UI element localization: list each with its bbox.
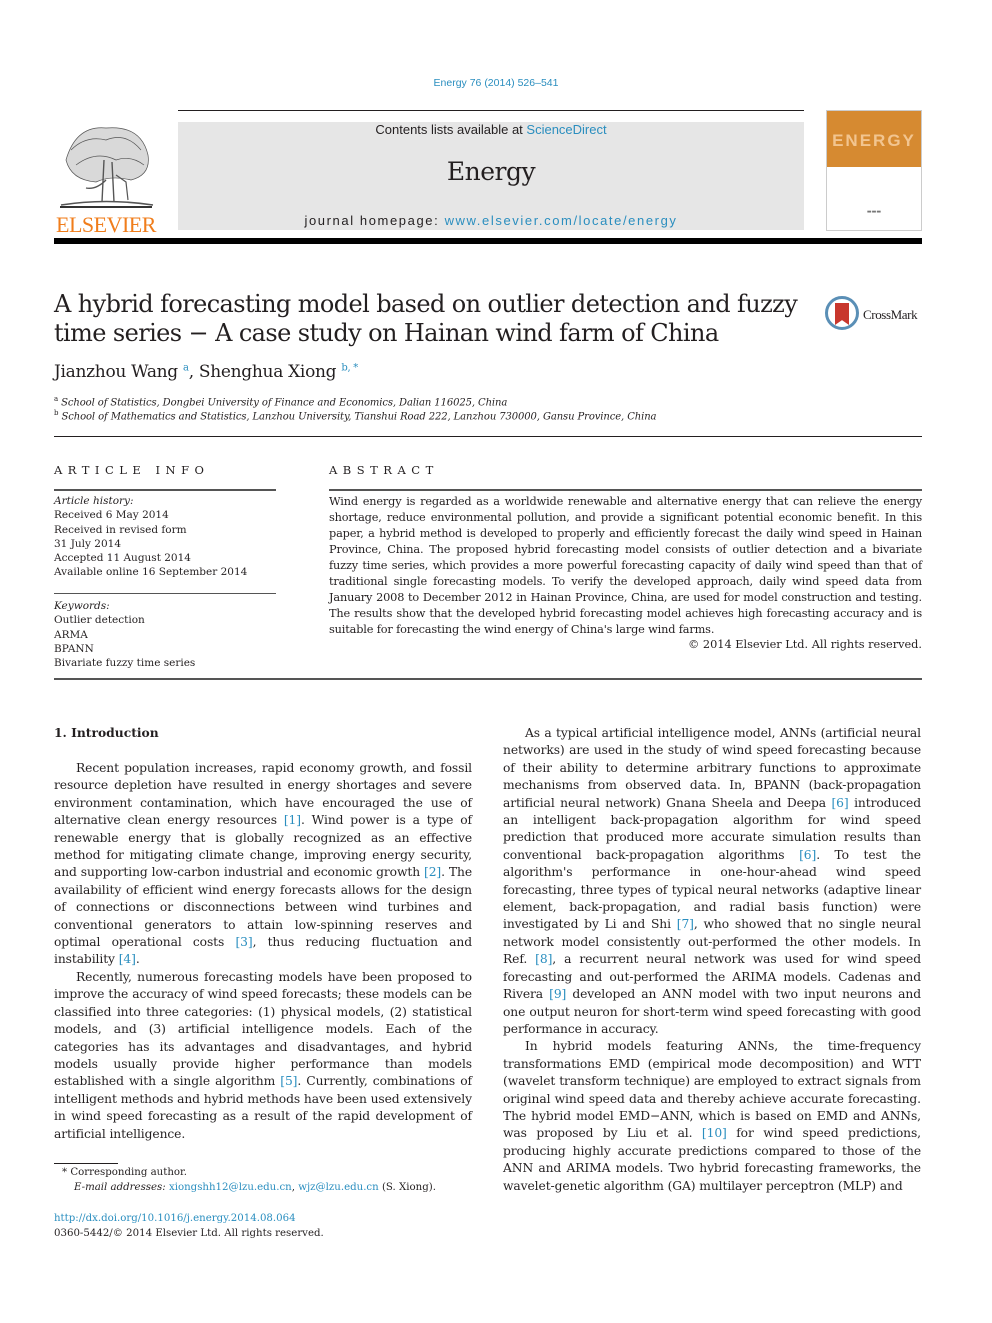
journal-masthead: Contents lists available at ScienceDirec… <box>178 122 804 230</box>
journal-cover-icon[interactable]: ENERGY ▬▬▬ <box>826 110 922 231</box>
section-heading-introduction: 1. Introduction <box>54 725 159 740</box>
contents-prefix: Contents lists available at <box>375 122 527 137</box>
footnote: * Corresponding author. E-mail addresses… <box>62 1167 436 1193</box>
history-item: Received 6 May 2014 <box>54 509 169 522</box>
keyword: BPANN <box>54 642 94 655</box>
header-rule <box>178 110 804 111</box>
abstract-copyright: © 2014 Elsevier Ltd. All rights reserved… <box>688 638 922 651</box>
citation-link[interactable]: [6] <box>799 848 816 862</box>
cover-title: ENERGY <box>832 131 916 150</box>
keyword: Outlier detection <box>54 614 145 627</box>
email-link[interactable]: wjz@lzu.edu.cn <box>298 1182 378 1193</box>
email-label: E-mail addresses: <box>74 1181 166 1193</box>
abstract-heading: ABSTRACT <box>329 463 439 477</box>
citation-link[interactable]: [2] <box>424 865 441 879</box>
citation-link[interactable]: [4] <box>119 952 136 966</box>
corresponding-author-note: Corresponding author. <box>70 1167 187 1178</box>
affiliation-text: School of Mathematics and Statistics, La… <box>61 411 657 423</box>
front-matter-rule <box>54 678 922 680</box>
crossmark-button[interactable]: CrossMark <box>825 296 925 336</box>
citation-link[interactable]: [1] <box>284 813 301 827</box>
affiliation-text: School of Statistics, Dongbei University… <box>61 397 508 409</box>
author-name[interactable]: Jianzhou Wang <box>54 362 178 382</box>
email-link[interactable]: xiongshh12@lzu.edu.cn <box>169 1182 292 1193</box>
body-paragraph: Recently, numerous forecasting models ha… <box>54 969 472 1143</box>
homepage-prefix: journal homepage: <box>304 213 445 228</box>
affiliation-mark: a <box>54 395 59 403</box>
history-item: Received in revised form <box>54 523 187 536</box>
author-affiliation-mark[interactable]: a <box>183 362 189 373</box>
footnote-rule <box>54 1163 118 1164</box>
affiliation: a School of Statistics, Dongbei Universi… <box>54 395 507 408</box>
journal-title: Energy <box>446 157 536 186</box>
header-thick-rule <box>54 238 922 244</box>
citation-link[interactable]: [7] <box>677 917 694 931</box>
body-column-left: Recent population increases, rapid econo… <box>54 760 472 1143</box>
affiliation: b School of Mathematics and Statistics, … <box>54 409 657 423</box>
keyword: ARMA <box>54 628 88 641</box>
citation-link[interactable]: [10] <box>702 1126 727 1140</box>
journal-homepage-link[interactable]: www.elsevier.com/locate/energy <box>445 213 678 228</box>
history-item: 31 July 2014 <box>54 537 122 550</box>
email-owner: (S. Xiong). <box>378 1181 436 1193</box>
citation-link[interactable]: [9] <box>549 987 566 1001</box>
body-column-right: As a typical artificial intelligence mod… <box>503 725 921 1195</box>
crossmark-label: CrossMark <box>863 307 918 322</box>
journal-citation-link[interactable]: Energy 76 (2014) 526–541 <box>0 77 992 89</box>
history-item: Available online 16 September 2014 <box>54 566 248 579</box>
article-title: A hybrid forecasting model based on outl… <box>54 290 798 347</box>
elsevier-wordmark: ELSEVIER <box>56 212 156 237</box>
sciencedirect-link[interactable]: ScienceDirect <box>526 122 606 137</box>
doi-block: http://dx.doi.org/10.1016/j.energy.2014.… <box>54 1212 324 1241</box>
article-info-rule <box>54 489 276 491</box>
author-list: Jianzhou Wang a, Shenghua Xiong b, * <box>54 362 358 382</box>
article-info-rule <box>54 593 276 594</box>
abstract-text: Wind energy is regarded as a worldwide r… <box>329 495 922 636</box>
author-name[interactable]: Shenghua Xiong <box>199 362 337 382</box>
citation-link[interactable]: [6] <box>831 796 848 810</box>
issn-copyright: 0360-5442/© 2014 Elsevier Ltd. All right… <box>54 1227 324 1239</box>
paragraph-text: developed an ANN model with two input ne… <box>503 987 922 1036</box>
body-paragraph: In hybrid models featuring ANNs, the tim… <box>503 1038 921 1195</box>
paragraph-text: . <box>135 952 140 967</box>
abstract-rule <box>329 489 922 491</box>
homepage-line: journal homepage: www.elsevier.com/locat… <box>178 213 804 228</box>
author-affiliation-mark[interactable]: b, * <box>341 362 358 373</box>
footnote-marker: * <box>62 1167 68 1178</box>
elsevier-tree-icon <box>60 127 154 208</box>
elsevier-logo[interactable]: ELSEVIER <box>54 120 158 237</box>
paragraph-text: Recently, numerous forecasting models ha… <box>54 969 472 1089</box>
keyword: Bivariate fuzzy time series <box>54 657 196 670</box>
doi-link[interactable]: http://dx.doi.org/10.1016/j.energy.2014.… <box>54 1213 296 1224</box>
article-history: Article history: Received 6 May 2014 Rec… <box>54 494 276 580</box>
keywords-label: Keywords: <box>54 600 110 612</box>
citation-link[interactable]: [5] <box>280 1074 297 1088</box>
section-rule <box>54 436 922 437</box>
body-paragraph: Recent population increases, rapid econo… <box>54 760 472 969</box>
affiliation-mark: b <box>54 409 59 417</box>
article-info-heading: ARTICLE INFO <box>54 463 210 477</box>
citation-link[interactable]: [8] <box>535 952 552 966</box>
history-label: Article history: <box>54 495 134 507</box>
cover-publisher-mark: ▬▬▬ <box>866 209 882 215</box>
contents-line: Contents lists available at ScienceDirec… <box>178 122 804 137</box>
citation-link[interactable]: [3] <box>235 935 252 949</box>
body-paragraph: As a typical artificial intelligence mod… <box>503 725 921 1038</box>
keywords: Keywords: Outlier detection ARMA BPANN B… <box>54 599 276 670</box>
history-item: Accepted 11 August 2014 <box>54 552 191 565</box>
